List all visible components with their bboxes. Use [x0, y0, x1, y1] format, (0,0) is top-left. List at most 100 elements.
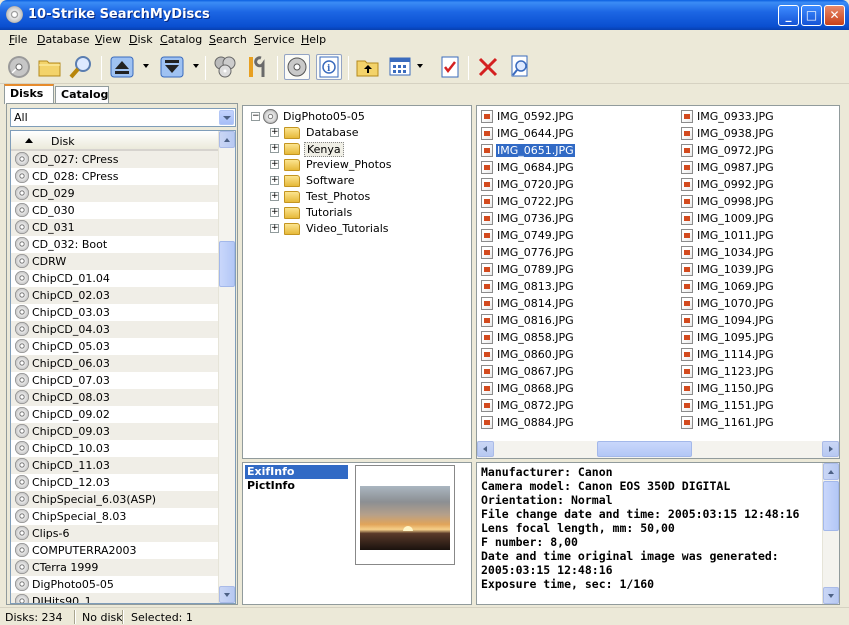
disk-row[interactable]: CD_031	[11, 219, 219, 236]
disk-row[interactable]: DJHits90_1	[11, 593, 219, 603]
file-item[interactable]: IMG_0992.JPG	[677, 176, 787, 193]
file-item[interactable]: IMG_1011.JPG	[677, 227, 787, 244]
file-list-hscrollbar[interactable]	[477, 441, 839, 458]
file-item[interactable]: IMG_0938.JPG	[677, 125, 787, 142]
file-item[interactable]: IMG_1151.JPG	[677, 397, 787, 414]
disk-row[interactable]: ChipCD_03.03	[11, 304, 219, 321]
expand-icon[interactable]: +	[270, 192, 279, 201]
expand-icon[interactable]: +	[270, 144, 279, 153]
disk-row[interactable]: ChipCD_02.03	[11, 287, 219, 304]
disk-row[interactable]: ChipCD_04.03	[11, 321, 219, 338]
disk-row[interactable]: CD_029	[11, 185, 219, 202]
file-item[interactable]: IMG_1150.JPG	[677, 380, 787, 397]
collapse-icon[interactable]: −	[251, 112, 260, 121]
file-item[interactable]: IMG_0933.JPG	[677, 108, 787, 125]
file-item[interactable]: IMG_1123.JPG	[677, 363, 787, 380]
scroll-thumb[interactable]	[219, 241, 235, 287]
expand-icon[interactable]: +	[270, 208, 279, 217]
scroll-down-button[interactable]	[219, 586, 235, 603]
disk-row[interactable]: Clips-6	[11, 525, 219, 542]
maximize-button[interactable]: □	[801, 5, 822, 26]
disk-row[interactable]: ChipSpecial_6.03(ASP)	[11, 491, 219, 508]
menu-help[interactable]: Help	[301, 33, 326, 46]
disk-row[interactable]: CDRW	[11, 253, 219, 270]
minimize-button[interactable]: _	[778, 5, 799, 26]
pictinfo-item[interactable]: PictInfo	[245, 479, 348, 493]
disk-row[interactable]: ChipCD_07.03	[11, 372, 219, 389]
file-item[interactable]: IMG_1069.JPG	[677, 278, 787, 295]
file-item[interactable]: IMG_0872.JPG	[477, 397, 587, 414]
file-item[interactable]: IMG_0816.JPG	[477, 312, 587, 329]
scroll-up-button[interactable]	[823, 463, 839, 480]
scroll-down-button[interactable]	[823, 587, 839, 604]
file-item[interactable]: IMG_0776.JPG	[477, 244, 587, 261]
tab-disks[interactable]: Disks	[4, 84, 54, 104]
preview-icon[interactable]	[507, 54, 533, 80]
menu-search[interactable]: Search	[209, 33, 247, 46]
file-item[interactable]: IMG_0858.JPG	[477, 329, 587, 346]
disk-icon[interactable]	[6, 54, 32, 80]
tools-icon[interactable]	[244, 54, 270, 80]
file-item[interactable]: IMG_0998.JPG	[677, 193, 787, 210]
file-item[interactable]: IMG_1009.JPG	[677, 210, 787, 227]
tree-folder-test-photos[interactable]: + Test_Photos	[270, 189, 460, 205]
menu-disk[interactable]: Disk	[129, 33, 153, 46]
file-item[interactable]: IMG_1114.JPG	[677, 346, 787, 363]
menu-database[interactable]: Database	[37, 33, 90, 46]
tree-root[interactable]: − DigPhoto05-05	[251, 109, 451, 125]
disk-row[interactable]: ChipCD_01.04	[11, 270, 219, 287]
disk-row[interactable]: ChipCD_08.03	[11, 389, 219, 406]
file-item[interactable]: IMG_0789.JPG	[477, 261, 587, 278]
disk-row[interactable]: ChipCD_05.03	[11, 338, 219, 355]
file-item[interactable]: IMG_0860.JPG	[477, 346, 587, 363]
menu-catalog[interactable]: Catalog	[160, 33, 202, 46]
tree-folder-database[interactable]: + Database	[270, 125, 460, 141]
scroll-up-button[interactable]	[219, 131, 235, 148]
scroll-left-button[interactable]	[477, 441, 494, 457]
exif-scrollbar[interactable]	[822, 463, 839, 604]
scroll-thumb[interactable]	[823, 481, 839, 531]
cd-view-icon[interactable]	[284, 54, 310, 80]
file-item[interactable]: IMG_0749.JPG	[477, 227, 587, 244]
delete-icon[interactable]	[475, 54, 501, 80]
disk-column-header[interactable]: Disk	[11, 131, 219, 151]
file-item[interactable]: IMG_0722.JPG	[477, 193, 587, 210]
disk-row[interactable]: CD_032: Boot	[11, 236, 219, 253]
close-button[interactable]: ✕	[824, 5, 845, 26]
file-item[interactable]: IMG_0684.JPG	[477, 159, 587, 176]
disk-row[interactable]: DigPhoto05-05	[11, 576, 219, 593]
disk-row[interactable]: ChipSpecial_8.03	[11, 508, 219, 525]
expand-icon[interactable]: +	[270, 128, 279, 137]
file-item[interactable]: IMG_1094.JPG	[677, 312, 787, 329]
menu-service[interactable]: Service	[254, 33, 295, 46]
tree-folder-kenya[interactable]: + Kenya	[270, 141, 460, 157]
chevron-down-icon[interactable]	[219, 110, 234, 125]
menu-file[interactable]: File	[9, 33, 27, 46]
file-item[interactable]: IMG_1034.JPG	[677, 244, 787, 261]
disk-row[interactable]: ChipCD_09.03	[11, 423, 219, 440]
disk-row[interactable]: CTerra 1999	[11, 559, 219, 576]
disk-row[interactable]: ChipCD_06.03	[11, 355, 219, 372]
exifinfo-item[interactable]: ExifInfo	[245, 465, 348, 479]
disk-row[interactable]: CD_030	[11, 202, 219, 219]
file-item[interactable]: IMG_0814.JPG	[477, 295, 587, 312]
tree-folder-software[interactable]: + Software	[270, 173, 460, 189]
disk-row[interactable]: ChipCD_12.03	[11, 474, 219, 491]
file-item[interactable]: IMG_0868.JPG	[477, 380, 587, 397]
expand-icon[interactable]: +	[270, 176, 279, 185]
file-item[interactable]: IMG_0867.JPG	[477, 363, 587, 380]
file-item[interactable]: IMG_0644.JPG	[477, 125, 587, 142]
file-item[interactable]: IMG_0736.JPG	[477, 210, 587, 227]
eject-icon[interactable]	[109, 54, 135, 80]
hscroll-thumb[interactable]	[597, 441, 692, 457]
search-icon[interactable]	[68, 54, 94, 80]
disk-list-scrollbar[interactable]	[218, 131, 235, 603]
file-item[interactable]: IMG_0884.JPG	[477, 414, 587, 431]
disk-row[interactable]: ChipCD_10.03	[11, 440, 219, 457]
disk-row[interactable]: ChipCD_11.03	[11, 457, 219, 474]
file-item[interactable]: IMG_0987.JPG	[677, 159, 787, 176]
file-item[interactable]: IMG_0720.JPG	[477, 176, 587, 193]
disks-group-icon[interactable]	[212, 54, 238, 80]
tree-folder-video-tutorials[interactable]: + Video_Tutorials	[270, 221, 460, 237]
file-item[interactable]: IMG_0972.JPG	[677, 142, 787, 159]
